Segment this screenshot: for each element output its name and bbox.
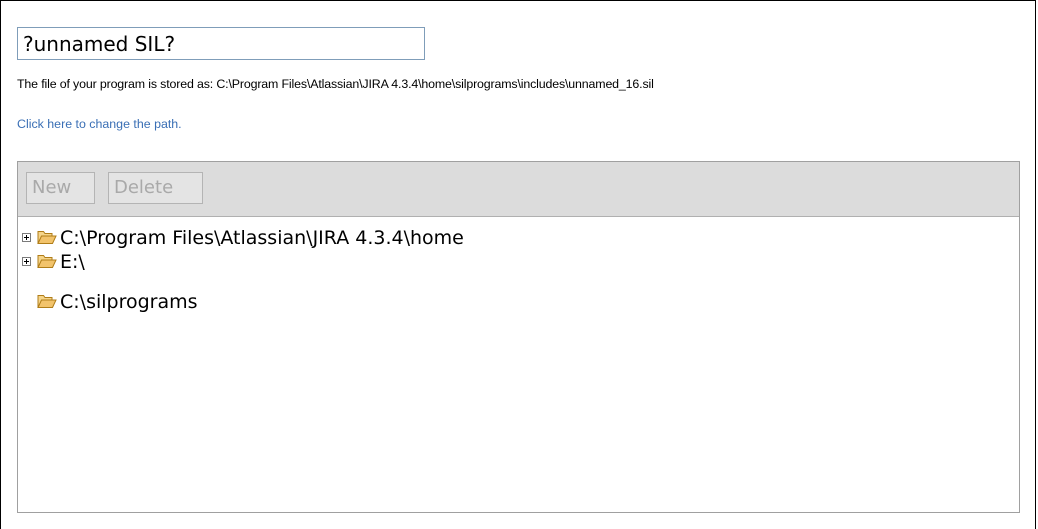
new-button[interactable]: New (26, 172, 95, 204)
open-folder-icon (37, 295, 57, 308)
file-path-text: The file of your program is stored as: C… (17, 77, 654, 91)
change-path-link[interactable]: Click here to change the path. (17, 117, 182, 131)
tree-node-label[interactable]: C:\Program Files\Atlassian\JIRA 4.3.4\ho… (60, 226, 464, 250)
tree-node[interactable]: E:\ (18, 250, 618, 274)
folder-browser: New Delete C:\Program Files\Atlassian\JI… (17, 161, 1020, 513)
folder-tree: C:\Program Files\Atlassian\JIRA 4.3.4\ho… (18, 217, 1019, 512)
program-name-input[interactable] (17, 27, 425, 60)
open-folder-icon (37, 255, 57, 268)
delete-button[interactable]: Delete (108, 172, 203, 204)
tree-node-label[interactable]: E:\ (60, 250, 85, 274)
tree-node-label[interactable]: C:\silprograms (60, 290, 198, 314)
open-folder-icon (37, 231, 57, 244)
expand-icon[interactable] (22, 233, 31, 242)
expand-icon[interactable] (22, 257, 31, 266)
dialog-frame: The file of your program is stored as: C… (0, 0, 1036, 529)
browser-toolbar: New Delete (18, 162, 1019, 217)
tree-node[interactable]: C:\Program Files\Atlassian\JIRA 4.3.4\ho… (18, 226, 618, 250)
tree-node[interactable]: C:\silprograms (18, 290, 618, 314)
